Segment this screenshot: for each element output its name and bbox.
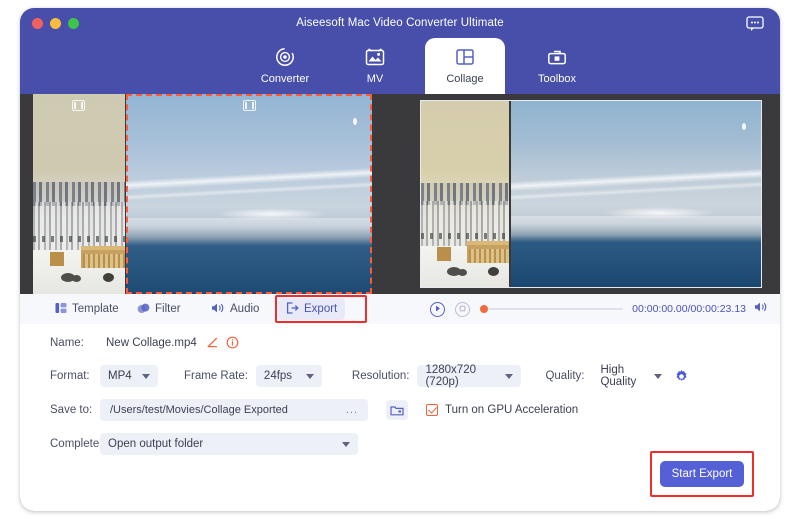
filter-drop-icon <box>137 302 150 317</box>
convert-circle-icon <box>274 44 296 70</box>
format-row: Format: MP4 Frame Rate: 24fps Resolution… <box>20 365 780 387</box>
pencil-edit-icon[interactable] <box>206 337 218 349</box>
main-tab-bar: Converter MV <box>20 38 780 94</box>
toolbox-icon <box>546 44 568 70</box>
output-clip-city <box>421 101 509 287</box>
speaker-icon <box>211 302 225 317</box>
chevron-down-icon <box>654 374 662 379</box>
tab-collage[interactable]: Collage <box>425 38 505 94</box>
export-arrow-icon <box>286 302 299 317</box>
title-bar: Aiseesoft Mac Video Converter Ultimate <box>20 8 780 38</box>
editor-tab-export-label: Export <box>304 303 337 315</box>
chevron-down-icon <box>142 374 150 379</box>
playhead-handle[interactable] <box>480 305 488 313</box>
saveto-label: Save to: <box>50 404 100 416</box>
complete-label: Complete: <box>50 438 100 450</box>
gear-icon[interactable] <box>674 369 689 384</box>
editor-tab-template-label: Template <box>72 303 119 315</box>
editor-tab-filter[interactable]: Filter <box>128 298 190 320</box>
app-root: Aiseesoft Mac Video Converter Ultimate <box>0 0 800 519</box>
framerate-label: Frame Rate: <box>184 370 248 382</box>
resolution-value: 1280x720 (720p) <box>425 364 499 388</box>
chevron-down-icon <box>306 374 314 379</box>
tab-converter[interactable]: Converter <box>245 38 325 94</box>
export-settings-form: Name: New Collage.mp4 Format: <box>20 324 780 511</box>
complete-action-select[interactable]: Open output folder <box>100 433 358 455</box>
source-clip-city[interactable] <box>33 94 125 294</box>
page-title: Aiseesoft Mac Video Converter Ultimate <box>20 17 780 29</box>
browse-button[interactable]: ... <box>346 404 358 416</box>
start-export-button[interactable]: Start Export <box>660 461 744 487</box>
collage-source-preview[interactable] <box>20 94 400 294</box>
complete-row: Complete: Open output folder <box>20 433 780 455</box>
saveto-path-input[interactable]: /Users/test/Movies/Collage Exported ... <box>100 399 368 421</box>
open-folder-button[interactable] <box>386 400 408 420</box>
tab-toolbox-label: Toolbox <box>538 73 576 85</box>
chevron-down-icon <box>342 442 350 447</box>
output-name-value: New Collage.mp4 <box>106 337 197 349</box>
chat-bubble-icon[interactable] <box>746 16 764 32</box>
output-clip-sky <box>511 101 761 287</box>
playback-time: 00:00:00.00/00:00:23.13 <box>632 303 746 315</box>
chevron-down-icon <box>505 374 513 379</box>
resolution-label: Resolution: <box>352 370 410 382</box>
quality-label: Quality: <box>545 370 584 382</box>
tab-mv[interactable]: MV <box>335 38 415 94</box>
framerate-select[interactable]: 24fps <box>256 365 322 387</box>
collage-output-preview <box>402 94 780 294</box>
picture-frame-icon <box>364 44 386 70</box>
editor-tab-audio-label: Audio <box>230 303 259 315</box>
editor-tab-audio[interactable]: Audio <box>202 298 268 320</box>
tab-converter-label: Converter <box>261 73 309 85</box>
format-value: MP4 <box>108 370 132 382</box>
quality-value: High Quality <box>600 364 648 388</box>
saveto-path-value: /Users/test/Movies/Collage Exported <box>110 404 288 416</box>
film-clip-icon <box>243 100 256 111</box>
framerate-value: 24fps <box>264 370 292 382</box>
editor-tab-template[interactable]: Template <box>46 298 128 320</box>
editor-tab-filter-label: Filter <box>155 303 181 315</box>
name-row: Name: New Collage.mp4 <box>20 336 780 349</box>
playback-progress-slider[interactable] <box>480 308 623 310</box>
source-clip-sky[interactable] <box>126 94 372 294</box>
volume-icon[interactable] <box>754 300 768 318</box>
editor-tab-export[interactable]: Export <box>278 298 345 320</box>
tab-toolbox[interactable]: Toolbox <box>517 38 597 94</box>
application-window: Aiseesoft Mac Video Converter Ultimate <box>20 8 780 511</box>
gpu-acceleration-checkbox[interactable] <box>426 404 438 416</box>
play-circle-icon[interactable] <box>430 302 445 317</box>
preview-area <box>20 94 780 294</box>
collage-layout-icon <box>454 44 476 70</box>
saveto-row: Save to: /Users/test/Movies/Collage Expo… <box>20 399 780 421</box>
quality-select[interactable]: High Quality <box>592 365 670 387</box>
template-icon <box>55 302 67 317</box>
resolution-select[interactable]: 1280x720 (720p) <box>417 365 521 387</box>
stop-circle-icon[interactable] <box>455 302 470 317</box>
complete-action-value: Open output folder <box>108 438 203 450</box>
info-circle-icon[interactable] <box>226 336 239 349</box>
film-clip-icon <box>72 100 85 111</box>
gpu-acceleration-label: Turn on GPU Acceleration <box>445 404 578 416</box>
name-label: Name: <box>50 337 100 349</box>
format-select[interactable]: MP4 <box>100 365 158 387</box>
format-label: Format: <box>50 370 100 382</box>
tab-collage-label: Collage <box>446 73 483 85</box>
player-bar: 00:00:00.00/00:00:23.13 <box>424 294 780 324</box>
tab-mv-label: MV <box>367 73 384 85</box>
